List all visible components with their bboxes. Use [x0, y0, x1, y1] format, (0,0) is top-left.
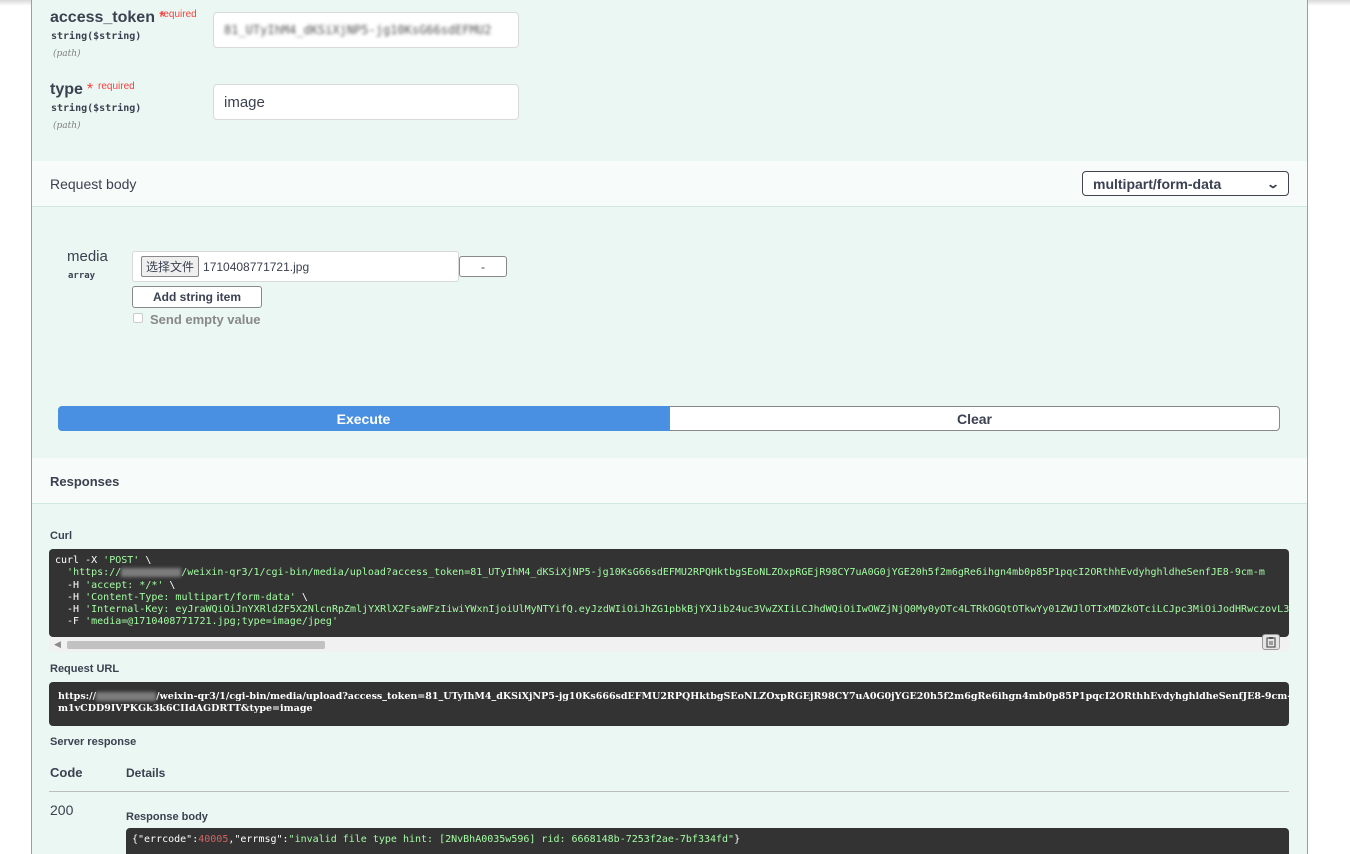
content-type-select[interactable]: multipart/form-data ⌄: [1082, 171, 1289, 196]
request-url-block: https:// /weixin-qr3/1/cgi-bin/media/uplo…: [49, 682, 1289, 726]
curl-line: curl -X 'POST' \: [55, 555, 1283, 567]
responses-title: Responses: [50, 474, 120, 489]
execute-button[interactable]: Execute: [58, 406, 669, 431]
param-in: (path): [53, 121, 81, 131]
curl-text: -H: [55, 591, 86, 603]
clipboard-icon: [1266, 637, 1276, 648]
required-star: *: [86, 81, 94, 98]
param-type-name: type *: [50, 81, 93, 99]
copy-to-clipboard-button[interactable]: [1262, 634, 1280, 650]
curl-line: 'https:// /weixin-qr3/1/cgi-bin/media/upl…: [55, 567, 1283, 579]
request-body-title: Request body: [50, 176, 137, 192]
curl-string: 'Content-Type: multipart/form-data': [85, 591, 296, 603]
content-type-value: multipart/form-data: [1093, 175, 1222, 192]
request-url-label: Request URL: [50, 663, 120, 675]
curl-string: 'media=@1710408771721.jpg;type=image/jpe…: [85, 616, 338, 628]
json-text: {"errcode":: [132, 834, 199, 845]
url-text: https://: [58, 691, 97, 702]
curl-string: 'POST': [103, 555, 140, 566]
response-body-line: {"errcode":40005,"errmsg":"invalid file …: [132, 834, 1283, 846]
choose-file-button[interactable]: 选择文件: [141, 256, 200, 277]
required-label: required: [98, 81, 135, 92]
remove-item-button[interactable]: -: [459, 256, 507, 277]
param-name-text: type: [50, 81, 83, 98]
curl-scrollbar[interactable]: ◀: [49, 637, 1289, 652]
param-type: string($string): [51, 31, 142, 42]
curl-code-block: curl -X 'POST' \ 'https:// /weixin-qr3/1/…: [49, 549, 1289, 637]
url-text: /weixin-qr3/1/cgi-bin/media/upload?acces…: [156, 691, 1289, 702]
curl-line: -F 'media=@1710408771721.jpg;type=image/…: [55, 616, 1283, 628]
send-empty-checkbox[interactable]: [133, 313, 143, 323]
url-text: m1vCDD9IVPKGk3k6CIIdAGDRTT&type=image: [58, 703, 313, 714]
curl-label: Curl: [50, 530, 72, 542]
send-empty-label: Send empty value: [150, 312, 261, 327]
json-text: ,"errmsg":: [228, 834, 289, 845]
curl-string: /weixin-qr3/1/cgi-bin/media/upload?acces…: [181, 567, 1265, 579]
server-response-label: Server response: [50, 736, 137, 748]
divider: [49, 791, 1289, 792]
json-text: }: [734, 834, 741, 845]
type-value: image: [224, 93, 265, 111]
status-code: 200: [50, 802, 74, 818]
curl-string: 'Internal-Key: eyJraWQiOiJnYXRld2F5X2Nlc…: [85, 604, 1289, 616]
curl-text: -F: [55, 616, 86, 628]
access-token-value: 81_UTyIhM4_dKSiXjNP5-jg10KsG66sdEFMU2: [224, 23, 492, 37]
request-url-line: https:// /weixin-qr3/1/cgi-bin/media/uplo…: [58, 691, 1289, 703]
param-access-token-name: access_token *: [50, 9, 165, 27]
add-string-item-button[interactable]: Add string item: [132, 286, 262, 308]
chevron-down-icon: ⌄: [1265, 176, 1281, 191]
param-in: (path): [53, 49, 81, 59]
scroll-left-icon[interactable]: ◀: [54, 639, 61, 650]
required-label: required: [160, 9, 197, 20]
response-body-label: Response body: [126, 811, 208, 823]
details-header: Details: [126, 766, 166, 780]
file-name: 1710408771721.jpg: [203, 259, 310, 274]
curl-text: -H: [55, 579, 86, 591]
scroll-thumb[interactable]: [67, 641, 325, 649]
type-input[interactable]: image: [213, 84, 519, 120]
curl-text: \: [295, 591, 308, 603]
redacted-host: [121, 567, 182, 577]
curl-text: -H: [55, 604, 86, 616]
param-name-text: access_token: [50, 9, 155, 26]
curl-line: -H 'Content-Type: multipart/form-data' \: [55, 592, 1283, 604]
clear-button[interactable]: Clear: [669, 406, 1280, 431]
curl-line: -H 'accept: */*' \: [55, 580, 1283, 592]
operation-block: access_token * required string($string) (…: [31, 0, 1308, 854]
redacted-host: [96, 692, 157, 701]
param-type: string($string): [51, 103, 142, 114]
curl-text: \: [163, 579, 176, 591]
media-field-name: media: [67, 248, 108, 265]
access-token-input[interactable]: 81_UTyIhM4_dKSiXjNP5-jg10KsG66sdEFMU2: [213, 12, 519, 48]
curl-text: [55, 567, 67, 578]
request-url-line: m1vCDD9IVPKGk3k6CIIdAGDRTT&type=image: [58, 703, 1280, 715]
curl-string: 'https://: [67, 567, 122, 579]
json-string: "invalid file type hint: [2NvBhA0035w596…: [288, 834, 735, 845]
response-body-block: {"errcode":40005,"errmsg":"invalid file …: [126, 828, 1289, 854]
responses-header: [32, 458, 1307, 504]
curl-text: \: [139, 555, 152, 566]
code-header: Code: [50, 765, 83, 780]
curl-string: 'accept: */*': [85, 579, 164, 591]
json-number: 40005: [198, 834, 229, 845]
media-field-type: array: [68, 271, 96, 281]
file-input[interactable]: 选择文件 1710408771721.jpg: [132, 251, 459, 282]
curl-text: curl -X: [55, 555, 104, 566]
curl-line: -H 'Internal-Key: eyJraWQiOiJnYXRld2F5X2…: [55, 604, 1289, 616]
